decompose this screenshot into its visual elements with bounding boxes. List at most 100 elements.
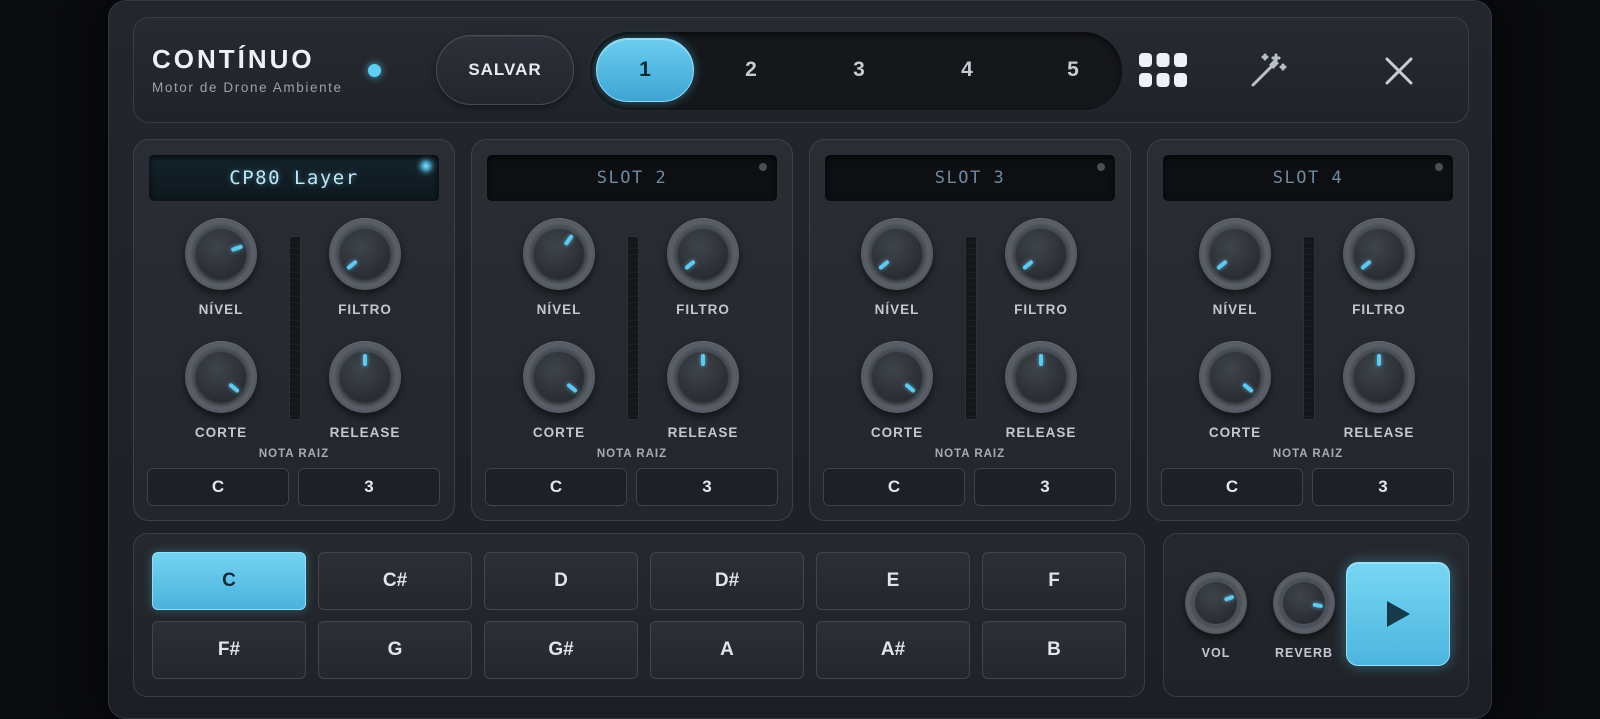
release-knob[interactable]: RELEASE (320, 341, 410, 451)
note-button-g[interactable]: G (318, 621, 472, 679)
corte-knob[interactable]: CORTE (514, 341, 604, 451)
magic-wand-icon[interactable] (1240, 46, 1294, 96)
slot-name-text: SLOT 2 (596, 168, 668, 188)
release-label: RELEASE (1005, 425, 1077, 440)
slot-name-text: SLOT 4 (1272, 168, 1344, 188)
release-knob-body[interactable] (667, 341, 739, 413)
note-button-g-sharp[interactable]: G# (484, 621, 638, 679)
filtro-knob[interactable]: FILTRO (996, 218, 1086, 328)
release-knob-body[interactable] (1343, 341, 1415, 413)
nivel-knob[interactable]: NÍVEL (176, 218, 266, 328)
preset-3-button[interactable]: 3 (810, 38, 908, 102)
note-button-c-sharp[interactable]: C# (318, 552, 472, 610)
root-note-label: NOTA RAIZ (1272, 448, 1344, 460)
preset-2-button[interactable]: 2 (702, 38, 800, 102)
corte-label: CORTE (870, 425, 924, 440)
filtro-knob-body[interactable] (667, 218, 739, 290)
release-label: RELEASE (1343, 425, 1415, 440)
nivel-knob[interactable]: NÍVEL (514, 218, 604, 328)
note-button-c[interactable]: C (152, 552, 306, 610)
corte-label: CORTE (532, 425, 586, 440)
preset-5-button[interactable]: 5 (1024, 38, 1122, 102)
close-icon[interactable] (1372, 46, 1426, 96)
note-button-d[interactable]: D (484, 552, 638, 610)
save-button[interactable]: SALVAR (436, 35, 574, 105)
level-meter (965, 236, 977, 420)
level-meter (627, 236, 639, 420)
note-button-f[interactable]: F (982, 552, 1126, 610)
knob-indicator (1360, 259, 1372, 271)
note-button-b[interactable]: B (982, 621, 1126, 679)
root-note-select[interactable]: C (823, 468, 965, 506)
volume-knob-body[interactable] (1185, 572, 1247, 634)
corte-knob[interactable]: CORTE (176, 341, 266, 451)
sound-slot-4: SLOT 4 NÍVEL FILTRO CORTE RELEASE NOTA R… (1147, 139, 1469, 521)
nivel-knob-body[interactable] (523, 218, 595, 290)
root-note-label: NOTA RAIZ (258, 448, 330, 460)
release-knob[interactable]: RELEASE (996, 341, 1086, 451)
note-button-a-sharp[interactable]: A# (816, 621, 970, 679)
level-meter (289, 236, 301, 420)
corte-knob[interactable]: CORTE (852, 341, 942, 451)
knob-indicator (1242, 382, 1254, 394)
octave-select[interactable]: 3 (636, 468, 778, 506)
reverb-knob-body[interactable] (1273, 572, 1335, 634)
filtro-knob[interactable]: FILTRO (1334, 218, 1424, 328)
root-note-label: NOTA RAIZ (934, 448, 1006, 460)
nivel-knob-body[interactable] (185, 218, 257, 290)
nivel-label: NÍVEL (536, 302, 582, 317)
header-bar: CONTÍNUO Motor de Drone Ambiente SALVAR … (133, 17, 1469, 123)
nivel-knob-body[interactable] (1199, 218, 1271, 290)
knob-indicator (684, 259, 696, 271)
filtro-knob[interactable]: FILTRO (320, 218, 410, 328)
status-indicator-dot (368, 64, 381, 77)
play-button[interactable] (1346, 562, 1450, 666)
release-knob[interactable]: RELEASE (1334, 341, 1424, 451)
release-knob-body[interactable] (329, 341, 401, 413)
note-button-e[interactable]: E (816, 552, 970, 610)
reverb-knob[interactable]: REVERB (1264, 572, 1344, 682)
release-label: RELEASE (667, 425, 739, 440)
root-note-select[interactable]: C (485, 468, 627, 506)
slot-name-display[interactable]: SLOT 2 (486, 154, 778, 202)
release-knob-body[interactable] (1005, 341, 1077, 413)
root-note-keyboard: C C# D D# E F F# G G# A A# B (133, 533, 1145, 697)
filtro-knob-body[interactable] (1343, 218, 1415, 290)
slot-active-led (1097, 163, 1105, 171)
slot-name-display[interactable]: SLOT 3 (824, 154, 1116, 202)
slot-name-display[interactable]: CP80 Layer (148, 154, 440, 202)
volume-knob[interactable]: VOL (1176, 572, 1256, 682)
knob-indicator (904, 382, 916, 394)
app-title: CONTÍNUO (152, 44, 315, 74)
master-controls: VOL REVERB (1163, 533, 1469, 697)
sound-slot-2: SLOT 2 NÍVEL FILTRO CORTE RELEASE NOTA R… (471, 139, 793, 521)
filtro-knob-body[interactable] (329, 218, 401, 290)
octave-select[interactable]: 3 (1312, 468, 1454, 506)
root-note-select[interactable]: C (147, 468, 289, 506)
nivel-knob-body[interactable] (861, 218, 933, 290)
octave-select[interactable]: 3 (298, 468, 440, 506)
octave-select[interactable]: 3 (974, 468, 1116, 506)
corte-knob-body[interactable] (185, 341, 257, 413)
root-note-label: NOTA RAIZ (596, 448, 668, 460)
nivel-knob[interactable]: NÍVEL (1190, 218, 1280, 328)
corte-knob-body[interactable] (1199, 341, 1271, 413)
grid-icon[interactable] (1136, 46, 1190, 96)
note-button-f-sharp[interactable]: F# (152, 621, 306, 679)
filtro-knob-body[interactable] (1005, 218, 1077, 290)
release-knob[interactable]: RELEASE (658, 341, 748, 451)
corte-knob-body[interactable] (523, 341, 595, 413)
slot-name-display[interactable]: SLOT 4 (1162, 154, 1454, 202)
corte-knob[interactable]: CORTE (1190, 341, 1280, 451)
corte-knob-body[interactable] (861, 341, 933, 413)
knob-indicator (228, 382, 240, 394)
slot-name-text: CP80 Layer (229, 167, 359, 189)
sound-slot-3: SLOT 3 NÍVEL FILTRO CORTE RELEASE NOTA R… (809, 139, 1131, 521)
nivel-knob[interactable]: NÍVEL (852, 218, 942, 328)
filtro-knob[interactable]: FILTRO (658, 218, 748, 328)
preset-1-button[interactable]: 1 (596, 38, 694, 102)
root-note-select[interactable]: C (1161, 468, 1303, 506)
note-button-d-sharp[interactable]: D# (650, 552, 804, 610)
note-button-a[interactable]: A (650, 621, 804, 679)
preset-4-button[interactable]: 4 (918, 38, 1016, 102)
